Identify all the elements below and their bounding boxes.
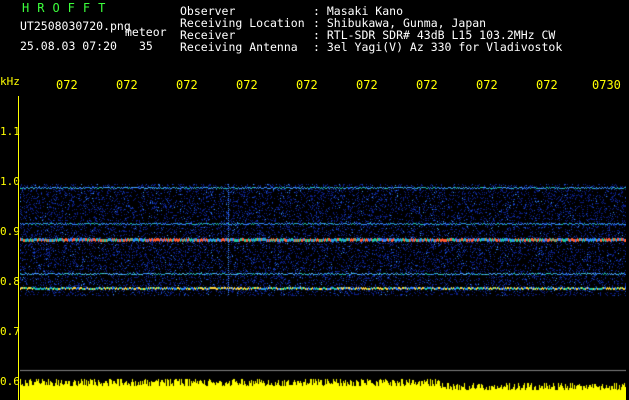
y-axis-line bbox=[18, 96, 19, 400]
time-tick: 072 bbox=[116, 78, 138, 92]
time-tick: 072 bbox=[236, 78, 258, 92]
app-brand: HROFFT bbox=[22, 1, 114, 15]
count-label: 35 bbox=[139, 39, 153, 53]
station-info: Observer : Masaki Kano Receiving Locatio… bbox=[180, 5, 562, 53]
time-tick: 072 bbox=[296, 78, 318, 92]
y-tick-label: 0.6 bbox=[0, 375, 20, 388]
spectrogram bbox=[20, 96, 626, 400]
time-tick: 072 bbox=[476, 78, 498, 92]
info-value: : 3el Yagi(V) Az 330 for Vladivostok bbox=[313, 40, 563, 54]
info-label: Receiving Antenna bbox=[180, 40, 298, 54]
filename-label: UT2508030720.png bbox=[20, 19, 131, 33]
time-tick: 072 bbox=[176, 78, 198, 92]
y-tick-label: 1.0 bbox=[0, 175, 20, 188]
y-tick-label: 0.7 bbox=[0, 325, 20, 338]
time-tick: 072 bbox=[536, 78, 558, 92]
time-tick: 072 bbox=[356, 78, 378, 92]
info-row-antenna: Receiving Antenna : 3el Yagi(V) Az 330 f… bbox=[180, 41, 562, 53]
y-tick-label: 1.1 bbox=[0, 125, 20, 138]
y-tick-label: 0.9 bbox=[0, 225, 20, 238]
mode-label: meteor bbox=[125, 25, 167, 39]
time-tick: 072 bbox=[56, 78, 78, 92]
time-tick: 072 bbox=[416, 78, 438, 92]
y-tick-label: 0.8 bbox=[0, 275, 20, 288]
datetime-label: 25.08.03 07:20 bbox=[20, 39, 117, 53]
time-tick: 0730 bbox=[592, 78, 621, 92]
y-axis-unit: kHz bbox=[0, 75, 20, 88]
